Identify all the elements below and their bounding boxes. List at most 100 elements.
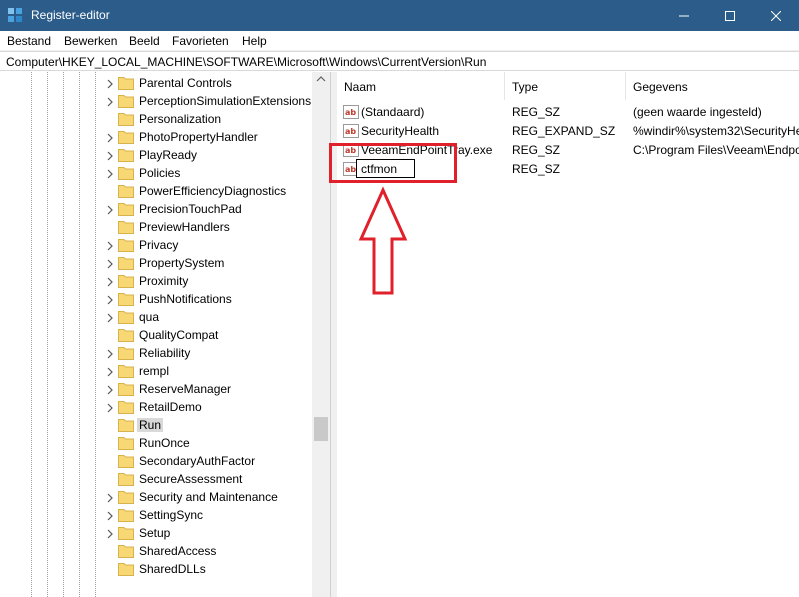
chevron-right-icon[interactable] — [106, 168, 114, 179]
chevron-right-icon[interactable] — [106, 312, 114, 323]
folder-icon — [118, 328, 134, 342]
tree-item-label: SettingSync — [139, 508, 204, 522]
value-data: (geen waarde ingesteld) — [633, 105, 762, 119]
tree-scrollbar[interactable] — [312, 72, 330, 597]
tree-item[interactable]: PlayReady — [0, 146, 312, 164]
menu-beeld[interactable]: Beeld — [129, 34, 160, 48]
tree-item-label: Personalization — [139, 112, 222, 126]
folder-icon — [118, 346, 134, 360]
tree-item-label: rempl — [139, 364, 170, 378]
tree-item[interactable]: qua — [0, 308, 312, 326]
chevron-right-icon[interactable] — [106, 348, 114, 359]
minimize-icon — [679, 15, 689, 16]
tree-item[interactable]: SharedDLLs — [0, 560, 312, 578]
folder-icon — [118, 454, 134, 468]
tree-item[interactable]: Reliability — [0, 344, 312, 362]
svg-text:ab: ab — [345, 127, 356, 136]
tree-item-label: PerceptionSimulationExtensions — [139, 94, 312, 108]
minimize-button[interactable] — [661, 0, 707, 31]
chevron-right-icon[interactable] — [106, 78, 114, 89]
tree-item[interactable]: PropertySystem — [0, 254, 312, 272]
chevron-right-icon[interactable] — [106, 276, 114, 287]
scrollbar-thumb[interactable] — [314, 417, 328, 441]
tree-item[interactable]: Run — [0, 416, 312, 434]
column-header-name[interactable]: Naam — [337, 72, 505, 100]
tree-item-label: Policies — [139, 166, 181, 180]
folder-icon — [118, 292, 134, 306]
tree-item[interactable]: Proximity — [0, 272, 312, 290]
maximize-icon — [725, 10, 735, 21]
tree-item[interactable]: SettingSync — [0, 506, 312, 524]
tree-item[interactable]: ReserveManager — [0, 380, 312, 398]
tree-item-label: SecureAssessment — [139, 472, 243, 486]
tree-item[interactable]: Personalization — [0, 110, 312, 128]
tree-item[interactable]: PrecisionTouchPad — [0, 200, 312, 218]
scroll-up-arrow-icon[interactable] — [316, 76, 326, 82]
tree-item-label: Parental Controls — [139, 76, 232, 90]
tree-item[interactable]: rempl — [0, 362, 312, 380]
chevron-right-icon[interactable] — [106, 258, 114, 269]
menu-favorieten[interactable]: Favorieten — [172, 34, 229, 48]
menu-bewerken[interactable]: Bewerken — [64, 34, 117, 48]
value-data: %windir%\system32\SecurityHealthSystray.… — [633, 124, 799, 138]
title-bar[interactable]: Register-editor — [0, 0, 799, 31]
tree-item[interactable]: SecureAssessment — [0, 470, 312, 488]
chevron-right-icon[interactable] — [106, 240, 114, 251]
tree-item-label: Security and Maintenance — [139, 490, 278, 504]
tree-item[interactable]: PreviewHandlers — [0, 218, 312, 236]
chevron-right-icon[interactable] — [106, 384, 114, 395]
tree-item[interactable]: Policies — [0, 164, 312, 182]
tree-item[interactable]: PhotoPropertyHandler — [0, 128, 312, 146]
column-header-type[interactable]: Type — [505, 72, 626, 100]
annotation-arrow-icon — [358, 186, 408, 295]
folder-icon — [118, 382, 134, 396]
tree-item[interactable]: RetailDemo — [0, 398, 312, 416]
maximize-button[interactable] — [707, 0, 753, 31]
folder-icon — [118, 490, 134, 504]
tree-item[interactable]: SharedAccess — [0, 542, 312, 560]
folder-icon — [118, 256, 134, 270]
tree-item[interactable]: PushNotifications — [0, 290, 312, 308]
tree-item-label: SecondaryAuthFactor — [139, 454, 256, 468]
close-button[interactable] — [753, 0, 799, 31]
tree-item[interactable]: Privacy — [0, 236, 312, 254]
chevron-right-icon[interactable] — [106, 510, 114, 521]
tree-item[interactable]: RunOnce — [0, 434, 312, 452]
folder-icon — [118, 310, 134, 324]
column-header-data[interactable]: Gegevens — [626, 72, 799, 100]
value-row[interactable]: ab (Standaard) REG_SZ (geen waarde ingestel… — [337, 102, 799, 121]
tree-item-label: Setup — [139, 526, 171, 540]
tree-item-label: PushNotifications — [139, 292, 232, 306]
annotation-highlight — [329, 143, 457, 295]
chevron-right-icon[interactable] — [106, 528, 114, 539]
chevron-right-icon[interactable] — [106, 132, 114, 143]
tree-item[interactable]: Parental Controls — [0, 74, 312, 92]
address-path[interactable]: Computer\HKEY_LOCAL_MACHINE\SOFTWARE\Mic… — [6, 55, 486, 69]
menu-bestand[interactable]: Bestand — [7, 34, 51, 48]
menu-help[interactable]: Help — [242, 34, 267, 48]
tree-item[interactable]: SecondaryAuthFactor — [0, 452, 312, 470]
value-row[interactable]: ab SecurityHealth REG_EXPAND_SZ %windir%\sy… — [337, 121, 799, 140]
folder-icon — [118, 418, 134, 432]
folder-icon — [118, 220, 134, 234]
chevron-right-icon[interactable] — [106, 204, 114, 215]
chevron-right-icon[interactable] — [106, 294, 114, 305]
folder-icon — [118, 472, 134, 486]
key-tree-pane[interactable]: Parental Controls PerceptionSimulationExt… — [0, 72, 331, 597]
svg-text:ab: ab — [345, 108, 356, 117]
tree-item-label: PowerEfficiencyDiagnostics — [139, 184, 287, 198]
tree-item[interactable]: QualityCompat — [0, 326, 312, 344]
tree-item[interactable]: Setup — [0, 524, 312, 542]
chevron-right-icon[interactable] — [106, 366, 114, 377]
tree-item[interactable]: PowerEfficiencyDiagnostics — [0, 182, 312, 200]
chevron-right-icon[interactable] — [106, 96, 114, 107]
chevron-right-icon[interactable] — [106, 150, 114, 161]
tree-item[interactable]: PerceptionSimulationExtensions — [0, 92, 312, 110]
tree-item[interactable]: Security and Maintenance — [0, 488, 312, 506]
string-value-icon: ab — [343, 105, 359, 119]
chevron-right-icon[interactable] — [106, 402, 114, 413]
folder-icon — [118, 562, 134, 576]
chevron-right-icon[interactable] — [106, 492, 114, 503]
address-bar[interactable]: Computer\HKEY_LOCAL_MACHINE\SOFTWARE\Mic… — [0, 51, 799, 71]
annotation-box — [329, 143, 457, 183]
